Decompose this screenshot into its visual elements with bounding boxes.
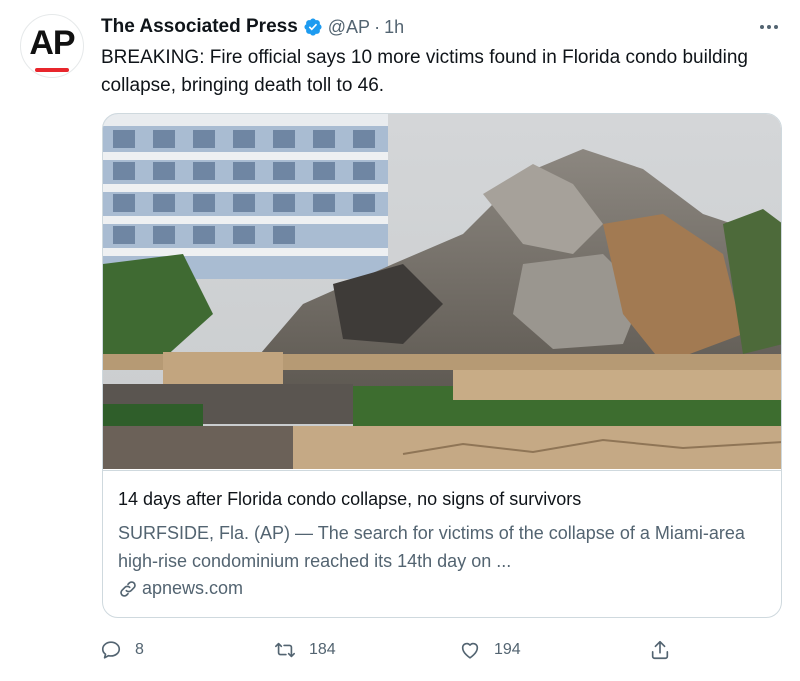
author-handle[interactable]: @AP bbox=[328, 17, 370, 38]
tweet-timestamp[interactable]: 1h bbox=[384, 17, 404, 38]
like-button[interactable]: 194 bbox=[459, 636, 521, 664]
retweet-button[interactable]: 184 bbox=[274, 636, 336, 664]
share-icon bbox=[651, 640, 669, 660]
card-domain[interactable]: apnews.com bbox=[118, 578, 243, 599]
author-name[interactable]: The Associated Press bbox=[101, 16, 298, 38]
link-card[interactable]: 14 days after Florida condo collapse, no… bbox=[102, 113, 782, 618]
separator-dot: · bbox=[374, 16, 381, 37]
more-icon[interactable] bbox=[758, 16, 780, 38]
tweet[interactable]: AP The Associated Press @AP · 1h BREAKIN… bbox=[0, 0, 800, 681]
like-count: 194 bbox=[494, 641, 521, 658]
share-button[interactable] bbox=[649, 636, 684, 664]
retweet-icon bbox=[275, 642, 295, 658]
tweet-text: BREAKING: Fire official says 10 more vic… bbox=[101, 47, 748, 96]
card-body[interactable]: 14 days after Florida condo collapse, no… bbox=[103, 470, 781, 617]
card-domain-text: apnews.com bbox=[142, 578, 244, 598]
avatar-logo-text: AP bbox=[29, 24, 75, 62]
card-image[interactable] bbox=[103, 114, 781, 469]
verified-badge-icon bbox=[303, 17, 323, 37]
avatar-logo-bar bbox=[35, 68, 69, 72]
card-title[interactable]: 14 days after Florida condo collapse, no… bbox=[118, 489, 581, 510]
link-icon bbox=[120, 580, 136, 597]
avatar[interactable]: AP bbox=[20, 14, 84, 78]
reply-count: 8 bbox=[135, 641, 144, 658]
retweet-count: 184 bbox=[309, 641, 336, 658]
reply-button[interactable]: 8 bbox=[100, 636, 144, 664]
card-description: SURFSIDE, Fla. (AP) — The search for vic… bbox=[118, 523, 745, 571]
tweet-header: The Associated Press @AP · 1h bbox=[101, 15, 404, 39]
like-icon bbox=[461, 642, 479, 659]
action-bar: 8 184 194 bbox=[100, 636, 700, 664]
reply-icon bbox=[101, 641, 121, 659]
